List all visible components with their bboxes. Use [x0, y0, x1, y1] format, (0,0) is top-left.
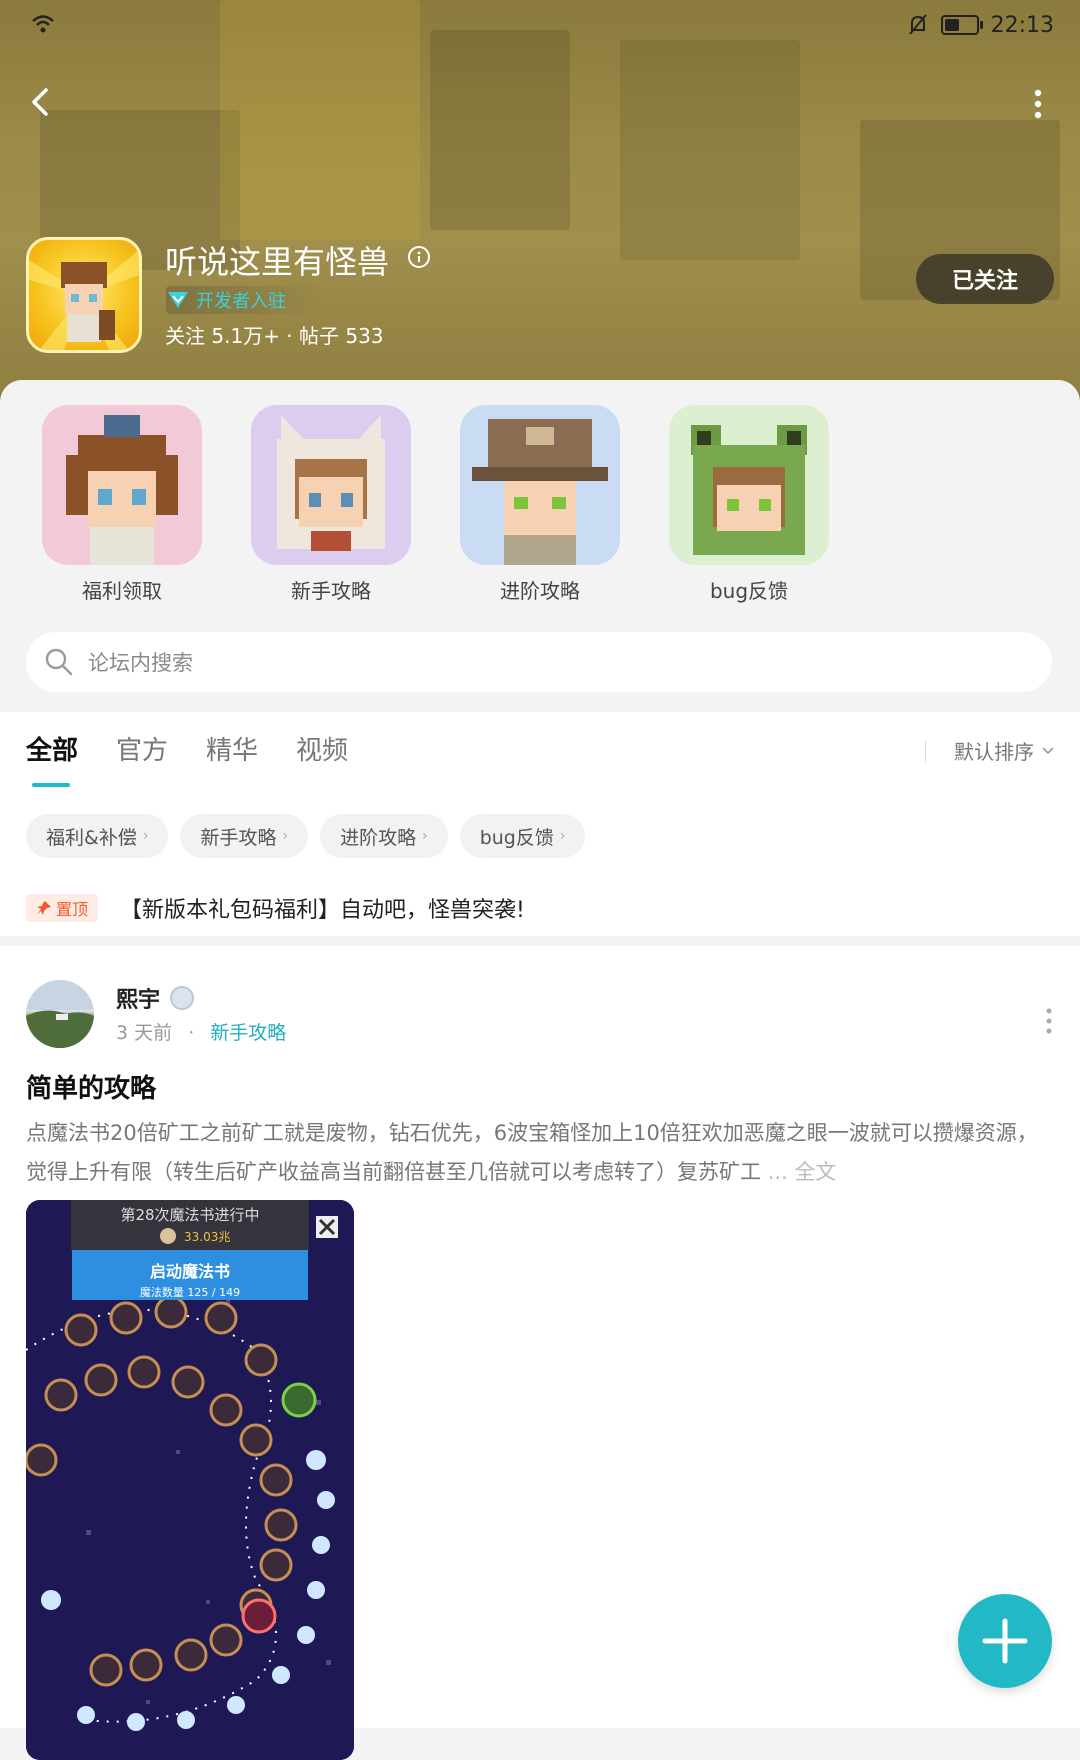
wifi-icon	[32, 15, 54, 33]
category-bug-feedback-label: bug反馈	[709, 579, 789, 603]
sub-category-chips: 福利&补偿 › 新手攻略 › 进阶攻略 › bug反馈 ›	[26, 814, 586, 858]
category-welfare[interactable]: 福利领取	[42, 405, 202, 604]
category-advanced-image	[460, 405, 620, 565]
chip-label: bug反馈	[479, 826, 554, 849]
chip-bug-feedback[interactable]: bug反馈 ›	[459, 814, 586, 858]
chip-label: 福利&补偿	[46, 826, 137, 849]
screenshot-button: 启动魔法书	[149, 1262, 230, 1281]
post-body: 点魔法书20倍矿工之前矿工就是废物，钻石优先，6波宝箱怪加上10倍狂欢加恶魔之眼…	[26, 1114, 1054, 1192]
pin-icon	[37, 901, 51, 915]
post-meta: 3 天前 · 新手攻略	[116, 1022, 287, 1044]
chevron-right-icon: ›	[142, 828, 149, 844]
category-bug-feedback-image	[669, 405, 829, 565]
chip-label: 进阶攻略	[340, 826, 417, 849]
category-advanced-label: 进阶攻略	[500, 579, 580, 603]
developer-badge-label: 开发者入驻	[196, 291, 286, 312]
post-ellipsis: ...	[767, 1160, 788, 1184]
tab-video[interactable]: 视频	[296, 730, 348, 767]
category-welfare-label: 福利领取	[82, 579, 162, 603]
sort-dropdown[interactable]: 默认排序	[925, 736, 1054, 765]
author-name[interactable]: 熙宇	[116, 982, 160, 1014]
back-arrow-icon[interactable]	[22, 82, 62, 122]
post-title: 简单的攻略	[26, 1074, 157, 1104]
sort-divider	[925, 739, 926, 762]
screenshot-coins: 33.03兆	[184, 1230, 231, 1244]
search-icon	[45, 648, 73, 676]
info-icon[interactable]	[408, 246, 430, 268]
tab-all[interactable]: 全部	[26, 730, 78, 787]
category-advanced[interactable]: 进阶攻略	[460, 405, 620, 604]
category-beginner[interactable]: 新手攻略	[251, 405, 411, 604]
post-tag[interactable]: 新手攻略	[210, 1022, 286, 1044]
chevron-right-icon: ›	[282, 828, 289, 844]
forum-header-banner: 22:13 听说这里有怪兽 开发者入驻 关注 5.1万+ · 帖子 533 已关…	[0, 0, 1080, 400]
category-bug-feedback[interactable]: bug反馈	[669, 405, 829, 604]
forum-search-input[interactable]: 论坛内搜索	[26, 632, 1052, 692]
pinned-badge: 置顶	[26, 894, 99, 922]
read-full-link[interactable]: 全文	[794, 1160, 836, 1184]
screenshot-count: 魔法数量 125 / 149	[139, 1286, 241, 1299]
post-image[interactable]: 第28次魔法书进行中 33.03兆 启动魔法书 魔法数量 125 / 149	[26, 1200, 354, 1760]
filter-tabs: 全部 官方 精华 视频	[26, 730, 348, 787]
diamond-v-icon	[168, 292, 188, 308]
forum-title: 听说这里有怪兽	[165, 243, 390, 281]
mute-bell-icon	[908, 14, 927, 35]
status-time: 22:13	[990, 12, 1054, 38]
chevron-right-icon: ›	[559, 828, 566, 844]
chip-welfare-compensation[interactable]: 福利&补偿 ›	[26, 814, 169, 858]
follow-button[interactable]: 已关注	[916, 254, 1054, 304]
post-list: 全部 官方 精华 视频 默认排序 福利&补偿 › 新手攻略 › 进阶攻略 › bug反…	[0, 712, 1080, 1760]
sort-label: 默认排序	[954, 740, 1034, 764]
category-panel: 福利领取 新手攻略 进阶攻略 bug反馈 论坛内搜索	[0, 380, 1080, 712]
post-body-text: 点魔法书20倍矿工之前矿工就是废物，钻石优先，6波宝箱怪加上10倍狂欢加恶魔之眼…	[26, 1121, 1038, 1184]
more-options-icon[interactable]	[1022, 84, 1054, 124]
status-bar: 22:13	[0, 0, 1080, 52]
chip-label: 新手攻略	[200, 826, 277, 849]
chip-beginner-guide[interactable]: 新手攻略 ›	[180, 814, 309, 858]
chevron-down-icon	[1042, 746, 1054, 754]
chip-advanced-guide[interactable]: 进阶攻略 ›	[320, 814, 448, 858]
post-time: 3 天前	[116, 1022, 173, 1044]
category-beginner-label: 新手攻略	[291, 579, 371, 603]
post-more-icon[interactable]	[1044, 1006, 1054, 1036]
divider	[0, 936, 1080, 946]
battery-icon	[940, 15, 983, 35]
category-beginner-image	[251, 405, 411, 565]
tab-featured[interactable]: 精华	[206, 730, 258, 767]
category-welfare-image	[42, 405, 202, 565]
screenshot-header: 第28次魔法书进行中	[120, 1206, 260, 1224]
developer-badge: 开发者入驻	[166, 286, 326, 314]
chevron-right-icon: ›	[422, 828, 428, 844]
tab-official[interactable]: 官方	[116, 730, 168, 767]
search-placeholder: 论坛内搜索	[88, 651, 193, 675]
user-level-badge-icon	[170, 986, 194, 1010]
app-icon	[26, 237, 142, 353]
pinned-post[interactable]: 置顶 【新版本礼包码福利】自动吧，怪兽突袭!	[26, 892, 525, 924]
pinned-post-title: 【新版本礼包码福利】自动吧，怪兽突袭!	[120, 898, 525, 923]
pinned-badge-label: 置顶	[56, 900, 89, 919]
author-avatar[interactable]	[26, 980, 94, 1048]
forum-stats: 关注 5.1万+ · 帖子 533	[165, 324, 384, 348]
create-post-button[interactable]	[958, 1594, 1052, 1688]
plus-icon	[982, 1618, 1028, 1664]
